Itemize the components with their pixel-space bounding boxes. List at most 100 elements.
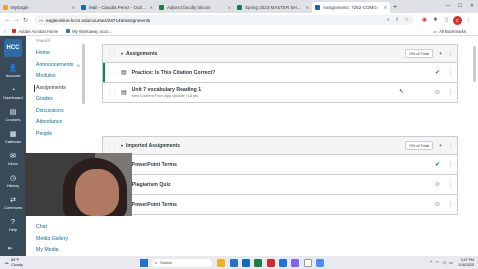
global-nav-account[interactable]: 👤 Account <box>0 60 26 82</box>
browser-tab[interactable]: Assignments: 7252-COMG- ✕ <box>312 2 390 13</box>
tab-close-icon[interactable]: ✕ <box>228 5 231 10</box>
assignment-title[interactable]: PowerPoint Terms <box>132 202 431 208</box>
maximize-icon[interactable]: ☐ <box>454 0 466 11</box>
share-icon[interactable]: ⇪ <box>395 17 399 23</box>
drag-handle-icon[interactable]: ⋮⋮ <box>107 51 117 57</box>
group-options-icon[interactable]: ⋮ <box>448 51 453 57</box>
assignment-row[interactable]: ⋮⋮ ▤ Practice: Is This Citation Correct? ✔ ⋮ <box>103 62 457 82</box>
main-scrollbar[interactable] <box>473 40 476 250</box>
browser-tab[interactable]: Adjunct faculty bitcoin ✕ <box>156 2 234 13</box>
course-nav-people[interactable]: People <box>26 129 86 141</box>
course-nav-announcements[interactable]: Announcements ⊘ <box>26 60 86 72</box>
speaker-icon[interactable]: ◁ <box>442 260 445 266</box>
scrollbar-thumb[interactable] <box>473 46 476 82</box>
taskbar-app-icon[interactable] <box>316 258 325 267</box>
bookmark-workaway[interactable]: My Workaway acco... <box>66 29 112 34</box>
assignment-title[interactable]: Practice: Is This Citation Correct? <box>132 70 431 76</box>
course-nav-media-gallery[interactable]: Media Gallery <box>26 234 86 246</box>
course-nav-modules[interactable]: Modules <box>26 71 86 83</box>
minimize-icon[interactable]: — <box>442 0 454 11</box>
group-options-icon[interactable]: ⋮ <box>448 143 453 149</box>
global-nav-inbox[interactable]: ✉ Inbox <box>0 148 26 170</box>
back-icon[interactable]: ← <box>3 16 12 25</box>
assignment-options-icon[interactable]: ⋮ <box>448 182 453 188</box>
assignment-group-header[interactable]: ⋮⋮ ▾ Assignments 0% of Total + ⋮ <box>103 45 457 62</box>
taskbar-app-icon[interactable] <box>217 258 226 267</box>
tab-close-icon[interactable]: ✕ <box>150 5 153 10</box>
forward-icon[interactable]: → <box>12 16 21 25</box>
assignment-title[interactable]: Plagiarism Quiz <box>132 182 431 188</box>
taskbar-app-icon[interactable] <box>229 258 238 267</box>
published-check-icon[interactable]: ✔ <box>435 69 440 76</box>
taskbar-app-icon[interactable] <box>266 258 275 267</box>
assignment-title[interactable]: PowerPoint Terms <box>132 162 431 168</box>
course-nav-scrollbar[interactable] <box>82 44 85 104</box>
close-window-icon[interactable]: ✕ <box>466 0 478 11</box>
assignment-row[interactable]: ⋮⋮▤Plagiarism Quiz⊘⋮ <box>103 174 457 194</box>
published-check-icon[interactable]: ✔ <box>435 161 440 168</box>
bookmark-star-icon[interactable]: ☆ <box>405 17 409 23</box>
global-nav-courses[interactable]: ▤ Courses <box>0 104 26 126</box>
assignment-options-icon[interactable]: ⋮ <box>448 70 453 76</box>
course-nav-home[interactable]: Home <box>26 48 86 60</box>
extensions-icon[interactable]: ✱ <box>431 16 440 25</box>
taskbar-app-icon[interactable] <box>254 258 263 267</box>
add-assignment-icon[interactable]: + <box>439 51 442 57</box>
global-nav-commons[interactable]: ⇄ Commons <box>0 192 26 214</box>
address-bar[interactable]: ⊶ eagleonline.hccs.edu/courses/287146/as… <box>34 15 414 25</box>
course-nav-my-media[interactable]: My Media <box>26 245 86 257</box>
search-icon[interactable]: ⌕ <box>387 17 390 23</box>
reload-icon[interactable]: ↻ <box>21 16 30 25</box>
assignment-row[interactable]: ⋮⋮▤PowerPoint Terms✔⋮ <box>103 154 457 174</box>
pdf-extension-icon[interactable]: ▣ <box>420 16 429 25</box>
collapse-nav-icon[interactable]: ⇤ <box>8 245 13 252</box>
global-nav-help[interactable]: ? Help <box>0 214 26 236</box>
course-nav-assignments[interactable]: Assignments <box>26 83 86 95</box>
wifi-icon[interactable]: ◠ <box>435 260 439 266</box>
global-nav-history[interactable]: ◷ History <box>0 170 26 192</box>
taskbar-app-icon[interactable] <box>279 258 288 267</box>
caret-down-icon[interactable]: ▾ <box>121 143 123 148</box>
drag-handle-icon[interactable]: ⋮⋮ <box>107 90 117 96</box>
drag-handle-icon[interactable]: ⋮⋮ <box>107 143 117 149</box>
taskbar-app-icon[interactable] <box>303 258 312 267</box>
apps-grid-icon[interactable]: ⁞⁞ <box>4 29 6 34</box>
taskbar-search[interactable]: ⌕ Search <box>152 258 212 267</box>
add-assignment-icon[interactable]: + <box>439 143 442 149</box>
windows-start-icon[interactable] <box>140 258 148 267</box>
clock[interactable]: 3:47 PM 1/16/2025 <box>458 258 474 267</box>
assignment-options-icon[interactable]: ⋮ <box>448 162 453 168</box>
weather-widget[interactable]: ☁ 85°F Cloudy <box>4 258 23 266</box>
assignment-title[interactable]: Unit 7 vocabulary Reading 1 <box>132 87 431 93</box>
new-tab-button[interactable]: + <box>390 2 400 13</box>
caret-down-icon[interactable]: ▾ <box>121 51 123 56</box>
browser-tab[interactable]: Spring 2023 MASTER SHEET ✕ <box>234 2 312 13</box>
assignment-options-icon[interactable]: ⋮ <box>448 202 453 208</box>
unpublished-icon[interactable]: ⊘ <box>435 181 440 188</box>
tab-close-icon[interactable]: ✕ <box>72 5 75 10</box>
drag-handle-icon[interactable]: ⋮⋮ <box>107 70 117 76</box>
unpublished-icon[interactable]: ⊘ <box>435 89 440 96</box>
hcc-logo[interactable]: HCC <box>0 36 26 60</box>
tab-close-icon[interactable]: ✕ <box>306 5 309 10</box>
battery-icon[interactable]: ▭ <box>449 260 453 266</box>
assignment-options-icon[interactable]: ⋮ <box>448 90 453 96</box>
course-nav-grades[interactable]: Grades <box>26 94 86 106</box>
browser-tab[interactable]: MyEagle ✕ <box>0 2 78 13</box>
tab-close-icon[interactable]: ✕ <box>384 5 387 10</box>
all-bookmarks-button[interactable]: ▭ All Bookmarks <box>433 29 466 34</box>
profile-avatar[interactable]: C <box>453 15 462 25</box>
course-nav-discussions[interactable]: Discussions <box>26 106 86 118</box>
course-nav-attendance[interactable]: Attendance <box>26 117 86 129</box>
assignment-row[interactable]: ⋮⋮▤PowerPoint Terms⊘⋮ <box>103 194 457 214</box>
taskbar-app-icon[interactable] <box>291 258 300 267</box>
chevron-up-icon[interactable]: ^ <box>430 260 432 265</box>
browser-menu-icon[interactable]: ⋮ <box>464 16 473 25</box>
bookmark-adobe[interactable]: Adobe Acrobat Home <box>12 29 58 34</box>
side-panel-icon[interactable]: ▯ <box>442 16 451 25</box>
global-nav-calendar[interactable]: ▦ Calendar <box>0 126 26 148</box>
course-nav-chat[interactable]: Chat <box>26 222 86 234</box>
assignment-group-header[interactable]: ⋮⋮ ▾ Imported Assignments 0% of Total + ⋮ <box>103 137 457 154</box>
unpublished-icon[interactable]: ⊘ <box>435 201 440 208</box>
site-info-icon[interactable]: ⊶ <box>39 18 43 23</box>
